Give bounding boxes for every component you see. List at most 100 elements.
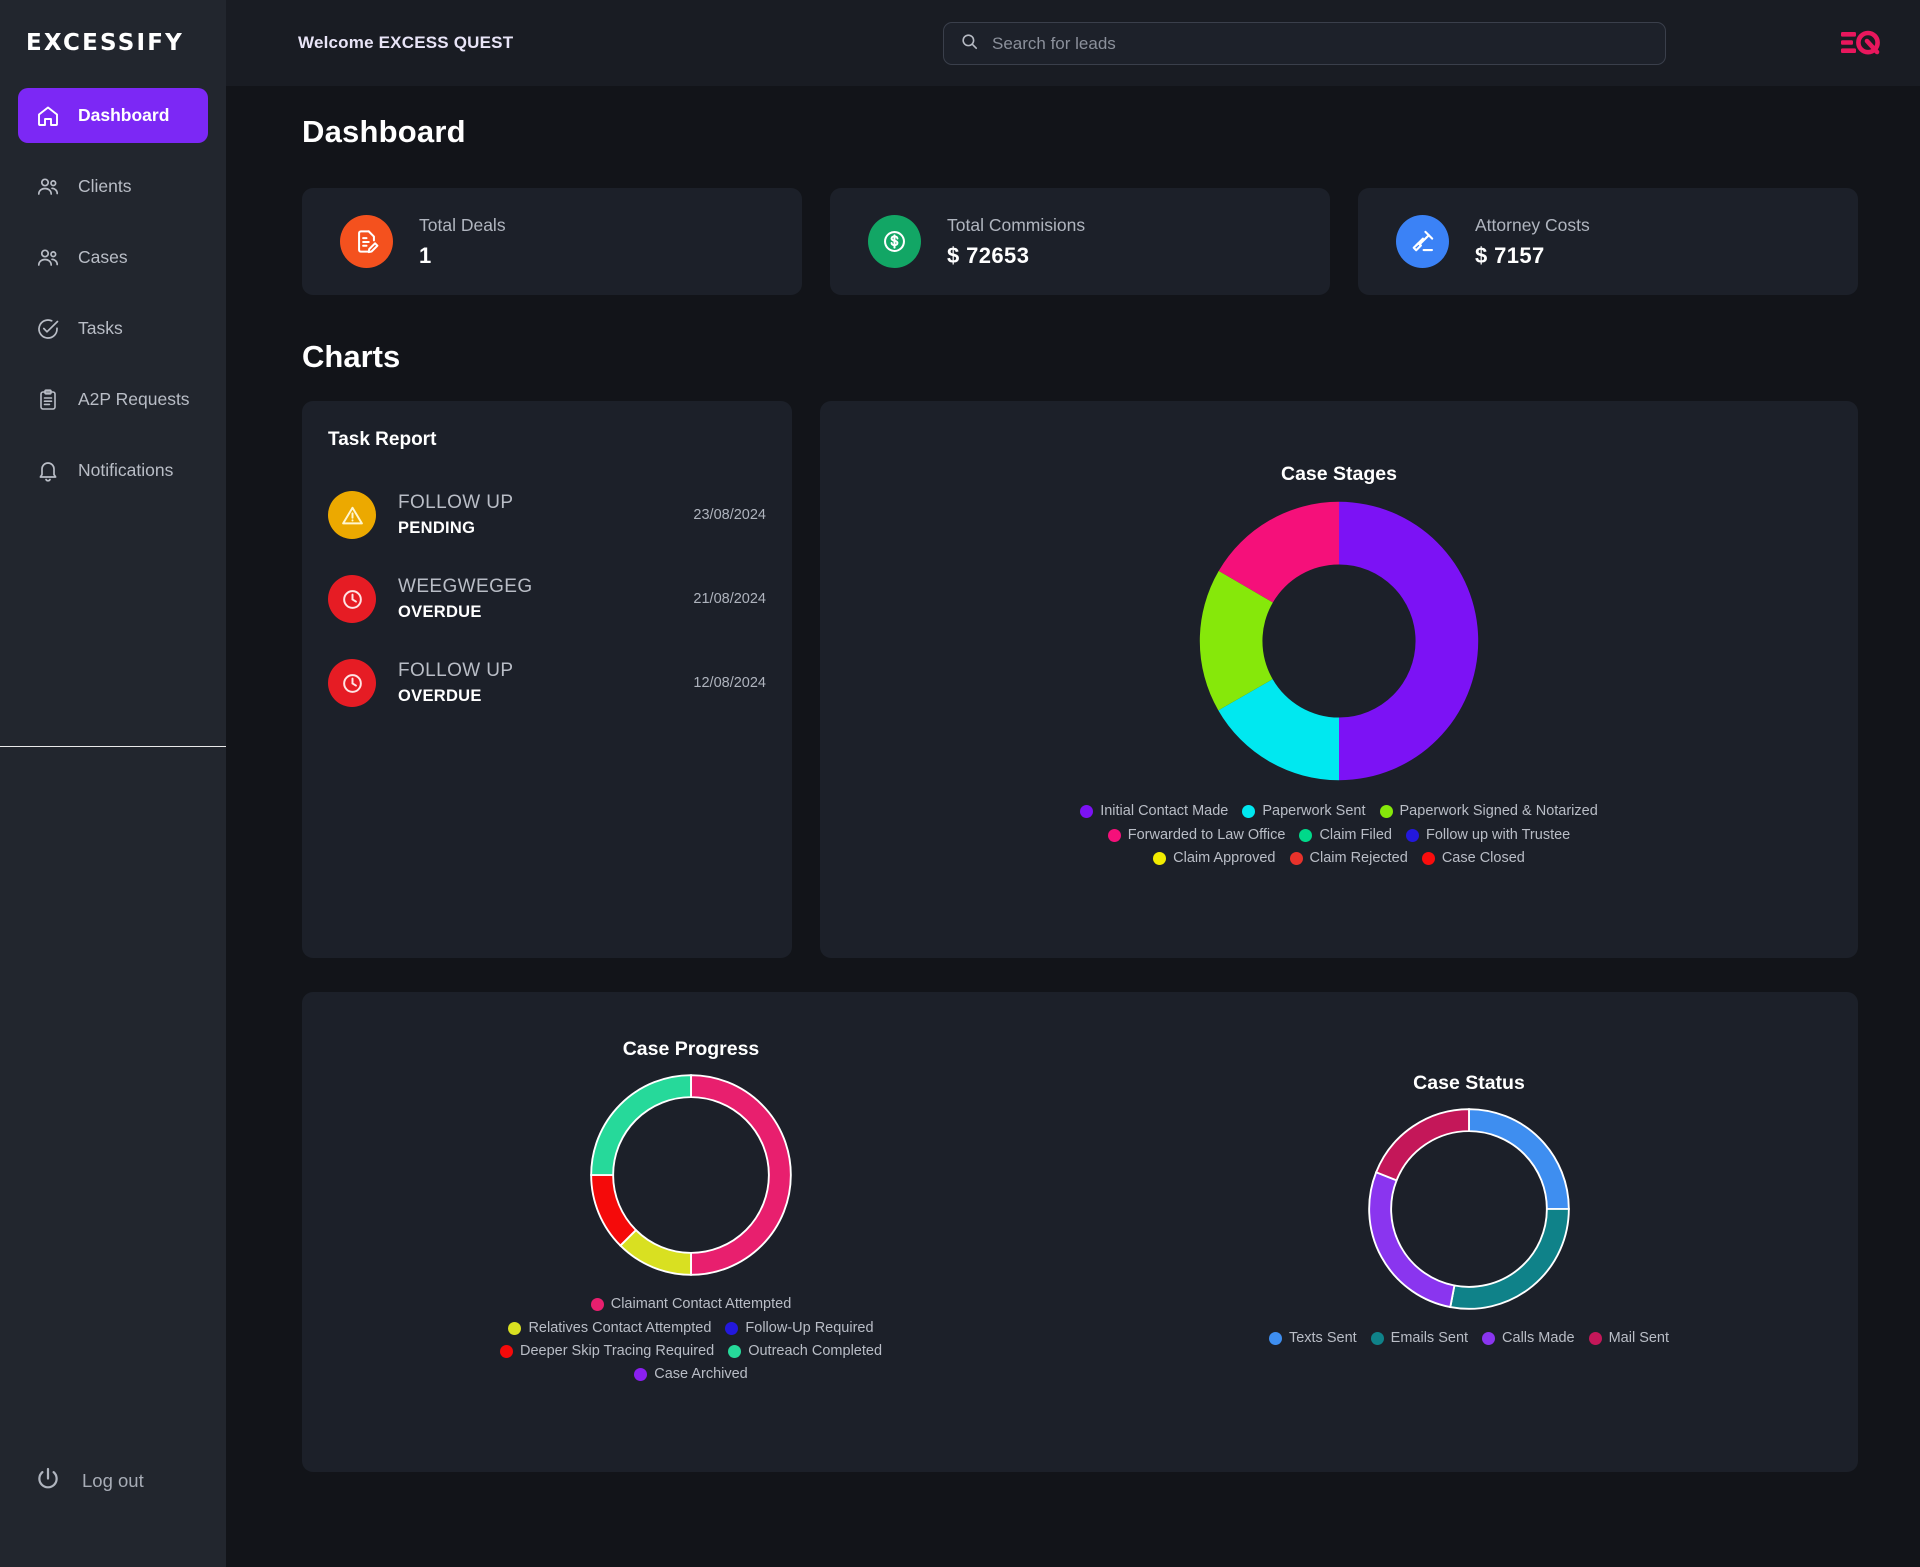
task-name: FOLLOW UP	[398, 660, 514, 681]
chart-title: Case Progress	[622, 1038, 760, 1060]
search-input[interactable]	[992, 33, 1649, 54]
legend-label: Case Closed	[1441, 849, 1525, 866]
dollar-circle-icon	[868, 215, 921, 268]
legend-label: Claim Approved	[1173, 849, 1276, 866]
legend-color-dot	[1153, 851, 1167, 865]
stats-row: Total Deals 1 Total Commisions $ 72653 A…	[302, 188, 1858, 295]
stat-label: Attorney Costs	[1475, 214, 1590, 235]
legend-label: Follow-Up Required	[745, 1319, 874, 1336]
legend-color-dot	[725, 1321, 739, 1335]
stat-card-attorney-costs: Attorney Costs $ 7157	[1358, 188, 1858, 295]
legend-item[interactable]: Outreach Completed	[728, 1340, 882, 1363]
bell-icon	[35, 458, 61, 484]
sidebar-item-label: A2P Requests	[78, 389, 190, 409]
task-status: OVERDUE	[398, 687, 482, 705]
task-name: FOLLOW UP	[398, 492, 514, 513]
case-progress-donut	[590, 1074, 792, 1276]
legend-item[interactable]: Follow-Up Required	[725, 1317, 874, 1340]
case-status-donut	[1368, 1108, 1570, 1310]
clipboard-icon	[35, 387, 61, 413]
case-stages-donut	[1199, 501, 1479, 781]
legend-item[interactable]: Initial Contact Made	[1080, 800, 1228, 823]
task-report-title: Task Report	[328, 429, 437, 450]
legend-label: Emails Sent	[1390, 1330, 1469, 1347]
pie-slice	[590, 1174, 638, 1247]
legend-color-dot	[1107, 828, 1121, 842]
legend-label: Mail Sent	[1608, 1330, 1670, 1347]
task-row[interactable]: WEEGWEGEG OVERDUE 21/08/2024	[328, 557, 766, 641]
task-row[interactable]: FOLLOW UP OVERDUE 12/08/2024	[328, 641, 766, 725]
legend-label: Claim Filed	[1319, 826, 1392, 843]
pie-slice	[1374, 1108, 1470, 1182]
legend-item[interactable]: Paperwork Signed & Notarized	[1379, 800, 1598, 823]
legend-color-dot	[1242, 805, 1256, 819]
stat-label: Total Commisions	[947, 214, 1086, 235]
legend-item[interactable]: Case Closed	[1421, 847, 1525, 870]
legend-color-dot	[1421, 851, 1435, 865]
legend-color-dot	[728, 1344, 742, 1358]
stat-card-total-deals: Total Deals 1	[302, 188, 802, 295]
legend-item[interactable]: Case Archived	[634, 1363, 748, 1386]
welcome-message: Welcome EXCESS QUEST	[298, 33, 514, 52]
legend-item[interactable]: Claim Rejected	[1289, 847, 1408, 870]
gavel-icon	[1396, 215, 1449, 268]
sidebar-item-tasks[interactable]: Tasks	[18, 301, 208, 356]
power-icon	[34, 1465, 62, 1498]
legend-label: Paperwork Signed & Notarized	[1399, 803, 1598, 820]
case-progress-section: Case Progress Claimant Contact Attempted…	[302, 992, 1080, 1386]
legend-color-dot	[508, 1321, 522, 1335]
stat-value: $ 7157	[1475, 242, 1545, 268]
legend-label: Paperwork Sent	[1262, 803, 1366, 820]
pie-slice	[1339, 501, 1479, 781]
sidebar-nav: Dashboard Clients Cases Tasks A2P Reques…	[0, 88, 226, 514]
sidebar-item-notifications[interactable]: Notifications	[18, 443, 208, 498]
sidebar-item-cases[interactable]: Cases	[18, 230, 208, 285]
legend-color-dot	[1405, 828, 1419, 842]
sidebar-item-dashboard[interactable]: Dashboard	[18, 88, 208, 143]
legend-label: Claimant Contact Attempted	[610, 1296, 792, 1313]
legend-item[interactable]: Claim Approved	[1153, 847, 1276, 870]
sidebar-item-label: Dashboard	[78, 105, 170, 125]
legend-item[interactable]: Relatives Contact Attempted	[508, 1317, 711, 1340]
legend-item[interactable]: Claimant Contact Attempted	[590, 1293, 792, 1316]
task-row[interactable]: FOLLOW UP PENDING 23/08/2024	[328, 473, 766, 557]
legend-color-dot	[1080, 805, 1094, 819]
stat-value: $ 72653	[947, 242, 1030, 268]
sidebar-item-label: Tasks	[78, 318, 123, 338]
legend-item[interactable]: Deeper Skip Tracing Required	[499, 1340, 715, 1363]
sidebar-item-clients[interactable]: Clients	[18, 159, 208, 214]
legend-item[interactable]: Emails Sent	[1370, 1327, 1469, 1350]
legend-item[interactable]: Mail Sent	[1588, 1327, 1670, 1350]
sidebar-item-a2p-requests[interactable]: A2P Requests	[18, 372, 208, 427]
search-bar[interactable]	[943, 22, 1666, 65]
legend-label: Relatives Contact Attempted	[528, 1319, 712, 1336]
task-date: 23/08/2024	[693, 507, 766, 523]
chart-title: Case Status	[1413, 1072, 1525, 1094]
pie-slice	[590, 1074, 692, 1176]
legend-item[interactable]: Paperwork Sent	[1242, 800, 1366, 823]
case-stages-legend: Initial Contact Made Paperwork Sent Paperw…	[1049, 800, 1629, 870]
users-icon	[35, 245, 61, 271]
task-date: 12/08/2024	[693, 675, 766, 691]
logout-button[interactable]: Log out	[0, 1451, 226, 1511]
legend-item[interactable]: Follow up with Trustee	[1405, 824, 1570, 847]
chart-title: Case Stages	[1281, 463, 1397, 485]
pie-slice	[690, 1074, 792, 1276]
case-progress-legend: Claimant Contact Attempted Relatives Cont…	[481, 1293, 901, 1386]
sidebar-item-label: Clients	[78, 176, 132, 196]
legend-label: Claim Rejected	[1309, 849, 1408, 866]
legend-item[interactable]: Calls Made	[1482, 1327, 1575, 1350]
legend-item[interactable]: Forwarded to Law Office	[1107, 824, 1285, 847]
clock-icon	[328, 659, 376, 707]
legend-item[interactable]: Claim Filed	[1299, 824, 1392, 847]
legend-color-dot	[1588, 1332, 1602, 1346]
case-status-legend: Texts Sent Emails Sent Calls Made Mail Sent	[1262, 1327, 1676, 1350]
page-content: Dashboard Total Deals 1 Total Commisions…	[226, 86, 1920, 1567]
eq-logo-icon[interactable]	[1840, 26, 1882, 60]
legend-item[interactable]: Texts Sent	[1268, 1327, 1357, 1350]
pie-slice	[1468, 1108, 1570, 1210]
legend-label: Deeper Skip Tracing Required	[519, 1342, 715, 1359]
check-circle-icon	[35, 316, 61, 342]
search-icon	[960, 32, 979, 56]
legend-label: Outreach Completed	[748, 1342, 883, 1359]
